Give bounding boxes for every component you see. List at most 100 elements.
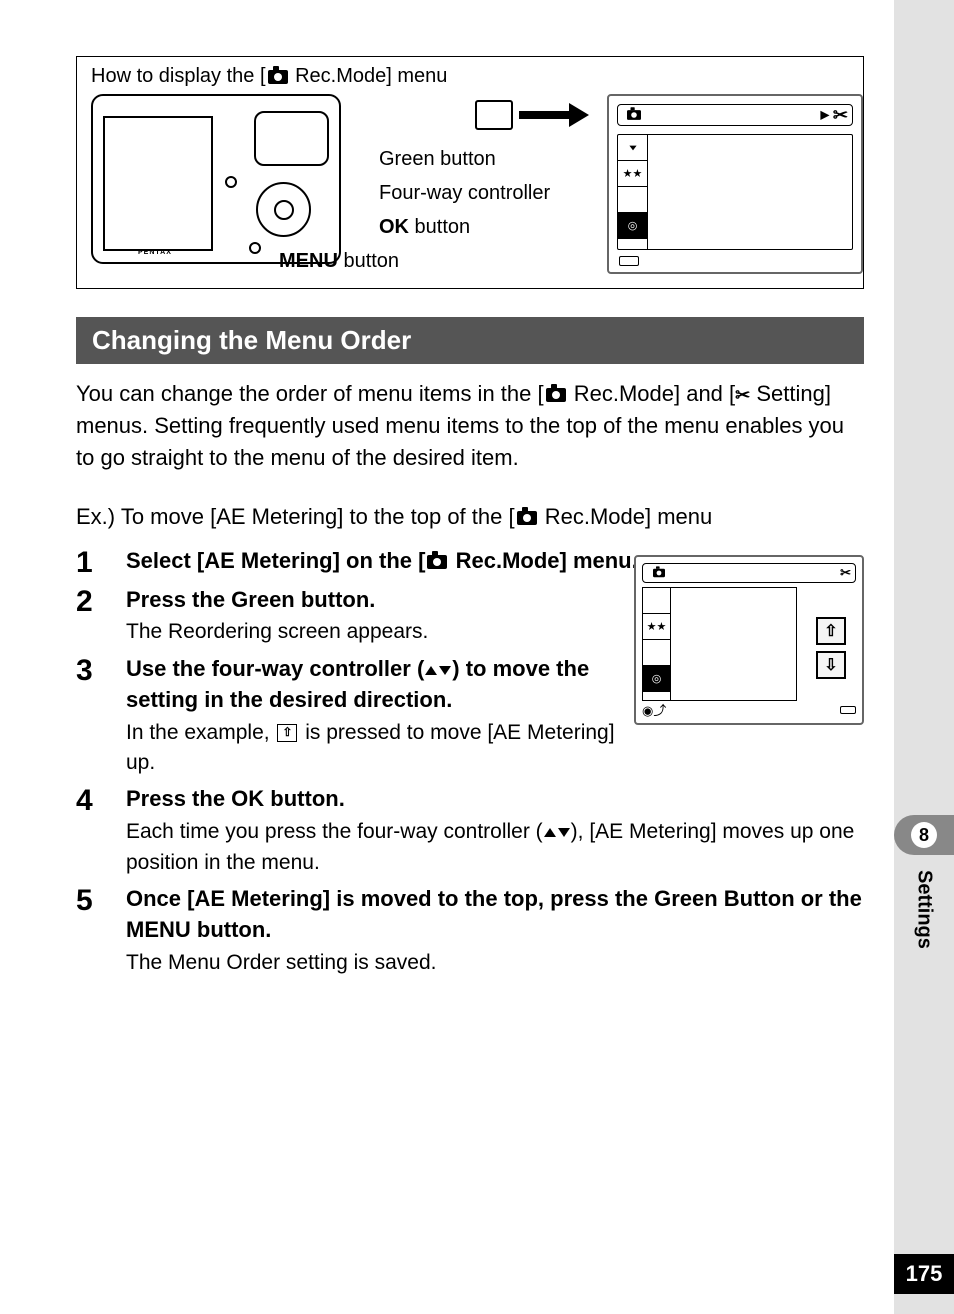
brand-text: PENTAX bbox=[138, 249, 172, 256]
camera-tab-icon bbox=[653, 568, 665, 576]
list-item-icon bbox=[618, 187, 647, 213]
reorder-arrows: ⇧ ⇩ bbox=[816, 617, 852, 679]
chevron-down-icon bbox=[629, 145, 636, 150]
menu-icons-column: ★★ ◎ bbox=[618, 135, 648, 249]
text: Use the four-way controller ( bbox=[126, 656, 424, 681]
list-item-icon-selected: ◎ bbox=[618, 213, 647, 239]
up-triangle-icon bbox=[544, 828, 556, 837]
steps-list: 1 Select [AE Metering] on the [ Rec.Mode… bbox=[76, 546, 864, 978]
camera-icon bbox=[546, 388, 566, 402]
text: MENU bbox=[279, 250, 338, 272]
howto-diagram-row: PENTAX Green button Four-way controller … bbox=[91, 94, 849, 278]
fourway-label: Four-way controller bbox=[379, 176, 589, 210]
text: Press the bbox=[126, 786, 231, 811]
mini-menu-list: ★★ ◎ bbox=[642, 587, 797, 701]
step-number: 5 bbox=[76, 884, 108, 978]
step-number: 1 bbox=[76, 546, 108, 579]
step-3: 3 Use the four-way controller () to move… bbox=[76, 654, 620, 778]
chapter-number: 8 bbox=[911, 822, 937, 848]
text: button. bbox=[191, 917, 272, 942]
step-4: 4 Press the OK button. Each time you pre… bbox=[76, 784, 864, 878]
text: Rec.Mode] and [ bbox=[568, 381, 736, 406]
step-5: 5 Once [AE Metering] is moved to the top… bbox=[76, 884, 864, 978]
list-item-icon: ★★ bbox=[643, 614, 670, 640]
camera-tab-icon bbox=[627, 110, 641, 120]
step-number: 4 bbox=[76, 784, 108, 878]
page-number: 175 bbox=[894, 1254, 954, 1294]
text: Ex.) To move [AE Metering] to the top of… bbox=[76, 504, 515, 529]
mini-icon-column: ★★ ◎ bbox=[643, 588, 671, 700]
menu-tabbar: ▶ ✂ bbox=[617, 104, 853, 126]
press-arrow-row bbox=[379, 100, 589, 130]
ok-button-label: OK button bbox=[379, 210, 589, 244]
move-up-icon: ⇧ bbox=[816, 617, 846, 645]
page-number-text: 175 bbox=[906, 1261, 943, 1287]
tab-right: ▶ ✂ bbox=[820, 105, 848, 126]
down-triangle-icon bbox=[558, 828, 570, 837]
step-heading: Press the OK button. bbox=[126, 784, 864, 815]
section-heading: Changing the Menu Order bbox=[76, 317, 864, 364]
intro-paragraph: You can change the order of menu items i… bbox=[76, 378, 864, 474]
text: Once [AE Metering] is moved to the top, … bbox=[126, 886, 862, 911]
text: button bbox=[409, 216, 470, 238]
boxed-up-arrow-icon: ⇧ bbox=[277, 724, 297, 742]
green-button-label: Green button bbox=[379, 142, 589, 176]
step-number: 3 bbox=[76, 654, 108, 778]
step-subtext: The Menu Order setting is saved. bbox=[126, 948, 864, 978]
section-label-text: Settings bbox=[913, 870, 936, 949]
text: In the example, bbox=[126, 721, 275, 744]
list-item-icon bbox=[643, 588, 670, 614]
example-line: Ex.) To move [AE Metering] to the top of… bbox=[76, 504, 864, 530]
list-item-icon-selected: ◎ bbox=[643, 666, 670, 692]
steps-2-3-row: 2 Press the Green button. The Reordering… bbox=[76, 585, 864, 785]
down-triangle-icon bbox=[439, 666, 451, 675]
step-subtext: In the example, ⇧ is pressed to move [AE… bbox=[126, 718, 620, 779]
text: button bbox=[338, 250, 399, 272]
camera-icon bbox=[268, 70, 288, 84]
step-number: 2 bbox=[76, 585, 108, 648]
text: MENU bbox=[126, 917, 191, 942]
scroll-handle bbox=[619, 256, 639, 266]
lcd-icon bbox=[475, 100, 513, 130]
tools-tab-icon: ✂ bbox=[840, 565, 851, 581]
arrow-right-icon bbox=[519, 105, 589, 125]
tools-icon: ✂ bbox=[735, 382, 750, 408]
camera-lcd-frame bbox=[103, 116, 213, 251]
ok-button bbox=[274, 200, 294, 220]
text: OK bbox=[379, 216, 409, 238]
list-item-icon bbox=[643, 640, 670, 666]
chapter-badge: 8 bbox=[894, 815, 954, 855]
list-item-icon: ★★ bbox=[618, 161, 647, 187]
text: Rec.Mode] menu bbox=[539, 504, 713, 529]
reorder-screenshot: ✂ ★★ ◎ ⇧ ⇩ ◉⤴ bbox=[634, 555, 864, 725]
callout-labels: Green button Four-way controller OK butt… bbox=[379, 94, 589, 278]
return-icon: ◉⤴ bbox=[642, 700, 666, 719]
camera-icon bbox=[517, 511, 537, 525]
up-triangle-icon bbox=[425, 666, 437, 675]
howto-title: How to display the [ Rec.Mode] menu bbox=[91, 65, 849, 88]
step-subtext: Each time you press the four-way control… bbox=[126, 817, 864, 878]
step-heading: Use the four-way controller () to move t… bbox=[126, 654, 620, 716]
content-area: How to display the [ Rec.Mode] menu PENT… bbox=[76, 56, 864, 984]
howto-box: How to display the [ Rec.Mode] menu PENT… bbox=[76, 56, 864, 289]
move-down-icon: ⇩ bbox=[816, 651, 846, 679]
text: You can change the order of menu items i… bbox=[76, 381, 544, 406]
menu-button bbox=[249, 242, 261, 254]
section-tab: Settings bbox=[894, 860, 954, 1000]
menu-screenshot: ▶ ✂ ★★ ◎ bbox=[607, 94, 863, 274]
menu-list: ★★ ◎ bbox=[617, 134, 853, 250]
mini-bottom-bar: ◉⤴ bbox=[642, 703, 856, 717]
list-item-icon bbox=[618, 239, 647, 250]
step-subtext: The Reordering screen appears. bbox=[126, 617, 620, 647]
camera-body: PENTAX bbox=[91, 94, 341, 264]
text: Rec.Mode] menu. bbox=[449, 548, 637, 573]
text: Each time you press the four-way control… bbox=[126, 820, 543, 843]
green-button bbox=[225, 176, 237, 188]
step-heading: Press the Green button. bbox=[126, 585, 620, 616]
manual-page: 8 Settings 175 How to display the [ Rec.… bbox=[0, 0, 954, 1314]
camera-grip bbox=[254, 111, 329, 166]
menu-button-label: MENU button bbox=[279, 244, 589, 278]
step-2: 2 Press the Green button. The Reordering… bbox=[76, 585, 620, 648]
tools-tab-icon: ✂ bbox=[833, 105, 848, 126]
text: Rec.Mode] menu bbox=[290, 65, 448, 87]
